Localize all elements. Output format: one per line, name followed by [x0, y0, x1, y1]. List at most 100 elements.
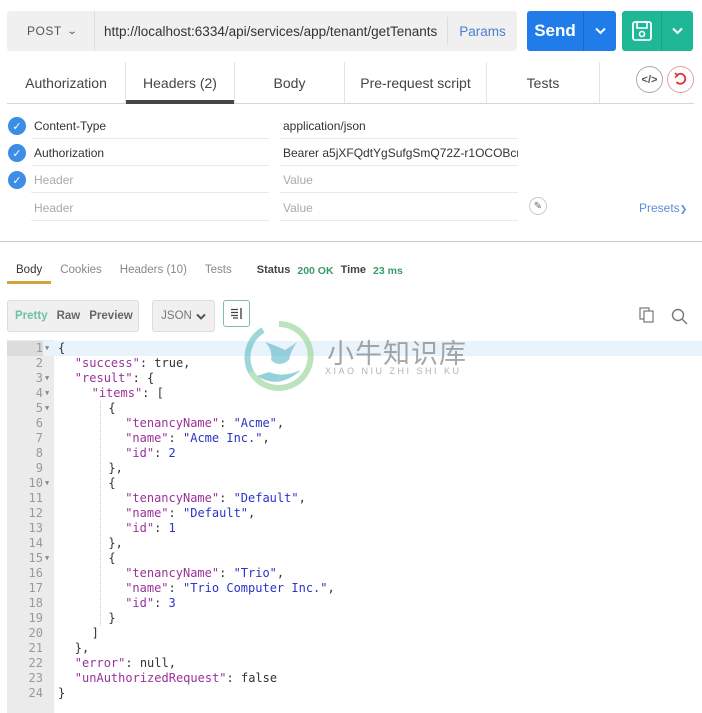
indent-guide — [100, 401, 102, 626]
send-dropdown-button[interactable] — [584, 11, 616, 51]
header-key-input[interactable]: Header — [31, 166, 269, 193]
code-line: 4 ▼ "items": [ — [7, 386, 702, 401]
line-number: 10 — [28, 476, 43, 490]
line-number: 23 — [28, 671, 43, 685]
wrap-lines-button[interactable] — [223, 300, 250, 327]
params-button[interactable]: Params — [447, 17, 517, 45]
header-value-input[interactable]: application/json — [280, 112, 518, 139]
code-text: "items": [ — [91, 386, 164, 400]
reset-button[interactable] — [667, 66, 694, 93]
code-text: "tenancyName": "Default", — [125, 491, 306, 505]
tab-headers[interactable]: Headers (2) — [126, 62, 235, 104]
format-select[interactable]: JSON — [152, 300, 215, 332]
tab-response-cookies[interactable]: Cookies — [51, 262, 111, 284]
tab-authorization[interactable]: Authorization — [7, 62, 126, 103]
response-tabs: Body Cookies Headers (10) Tests Status 2… — [7, 262, 403, 284]
code-line: 13 "id": 1 — [7, 521, 702, 536]
code-line: 24} — [7, 686, 702, 701]
copy-icon[interactable] — [639, 307, 655, 323]
presets-label: Presets — [639, 201, 680, 215]
code-text: } — [58, 686, 66, 700]
header-value-input[interactable]: Value — [280, 166, 518, 193]
method-select[interactable]: POST ⌄ — [7, 11, 95, 51]
tab-tests[interactable]: Tests — [487, 62, 600, 103]
line-number: 22 — [28, 656, 43, 670]
code-text: } — [108, 611, 116, 625]
line-number: 17 — [28, 581, 43, 595]
send-button[interactable]: Send — [527, 11, 584, 51]
status-value: 200 OK — [297, 265, 334, 277]
checkmark-icon: ✓ — [12, 120, 22, 133]
tab-response-headers[interactable]: Headers (10) — [111, 262, 196, 284]
bulk-edit-button[interactable]: ✎ — [529, 197, 547, 215]
floppy-disk-icon — [631, 21, 652, 41]
tab-body[interactable]: Body — [235, 62, 345, 103]
code-line: 12 "name": "Default", — [7, 506, 702, 521]
line-number: 14 — [28, 536, 43, 550]
code-line: 7 "name": "Acme Inc.", — [7, 431, 702, 446]
undo-icon — [674, 72, 687, 85]
search-icon[interactable] — [671, 308, 688, 325]
save-button-group — [622, 11, 693, 51]
code-text: "id": 2 — [125, 446, 176, 460]
chevron-down-icon — [594, 27, 606, 35]
header-enabled-checkbox[interactable]: ✓ — [8, 144, 26, 162]
header-key-input[interactable]: Content-Type — [31, 112, 269, 139]
tab-response-body[interactable]: Body — [7, 262, 52, 284]
code-text: { — [108, 401, 116, 415]
presets-dropdown[interactable]: Presets❯ — [639, 201, 687, 215]
url-bar: POST ⌄ http://localhost:6334/api/service… — [7, 11, 517, 51]
header-key-input[interactable]: Header — [31, 194, 269, 221]
code-line: 3 ▼ "result": { — [7, 371, 702, 386]
response-body-editor[interactable]: 1 ▼{2 "success": true, 3 ▼ "result": {4 ▼ "item… — [7, 340, 702, 713]
header-value-input[interactable]: Value — [280, 194, 518, 221]
code-text: "tenancyName": "Acme", — [125, 416, 285, 430]
line-number: 2 — [35, 356, 43, 370]
chevron-down-icon: ⌄ — [66, 25, 78, 37]
format-label: JSON — [161, 310, 192, 322]
code-text: }, — [108, 461, 123, 475]
code-line: 2 "success": true, — [7, 356, 702, 371]
fold-toggle-icon[interactable]: ▼ — [45, 551, 49, 566]
code-line: 10 ▼ { — [7, 476, 702, 491]
line-number: 8 — [35, 446, 43, 460]
fold-toggle-icon[interactable]: ▼ — [45, 476, 49, 491]
code-text: "id": 1 — [125, 521, 176, 535]
line-number: 11 — [28, 491, 43, 505]
url-input[interactable]: http://localhost:6334/api/services/app/t… — [95, 24, 447, 39]
header-enabled-checkbox[interactable]: ✓ — [8, 117, 26, 135]
header-row: Header Value ✎ Presets❯ — [0, 194, 702, 221]
chevron-down-icon: ❯ — [679, 204, 688, 214]
header-value-input[interactable]: Bearer a5jXFQdtYgSufgSmQ72Z-r1OCOBcm3 — [280, 139, 518, 166]
fold-toggle-icon[interactable]: ▼ — [45, 371, 49, 386]
header-enabled-checkbox[interactable]: ✓ — [8, 171, 26, 189]
fold-toggle-icon[interactable]: ▼ — [45, 341, 49, 356]
code-line: 19} — [7, 611, 702, 626]
code-line: 5 ▼ { — [7, 401, 702, 416]
code-line: 1 ▼ { — [7, 341, 702, 356]
save-button[interactable] — [622, 11, 662, 51]
section-divider — [0, 241, 702, 242]
code-line: 18 "id": 3 — [7, 596, 702, 611]
fold-toggle-icon[interactable]: ▼ — [45, 401, 49, 416]
header-row: ✓ Header Value — [0, 166, 702, 193]
code-text: "result": { — [74, 371, 155, 385]
line-number: 18 — [28, 596, 43, 610]
header-key-input[interactable]: Authorization — [31, 139, 269, 166]
code-line: 17 "name": "Trio Computer Inc.", — [7, 581, 702, 596]
save-dropdown-button[interactable] — [662, 11, 693, 51]
code-snippet-button[interactable]: </> — [636, 66, 663, 93]
fold-toggle-icon[interactable]: ▼ — [45, 386, 49, 401]
view-mode-pretty[interactable]: Pretty — [15, 310, 48, 322]
code-text: "name": "Trio Computer Inc.", — [125, 581, 335, 595]
tab-pre-request-script[interactable]: Pre-request script — [345, 62, 487, 103]
view-mode-raw[interactable]: Raw — [57, 310, 81, 322]
code-text: "name": "Acme Inc.", — [125, 431, 270, 445]
line-number: 15 — [28, 551, 43, 565]
code-line: 8 "id": 2 — [7, 446, 702, 461]
chevron-down-icon — [196, 313, 206, 320]
line-number: 5 — [35, 401, 43, 415]
view-mode-preview[interactable]: Preview — [89, 310, 132, 322]
line-number: 20 — [28, 626, 43, 640]
tab-response-tests[interactable]: Tests — [196, 262, 241, 284]
